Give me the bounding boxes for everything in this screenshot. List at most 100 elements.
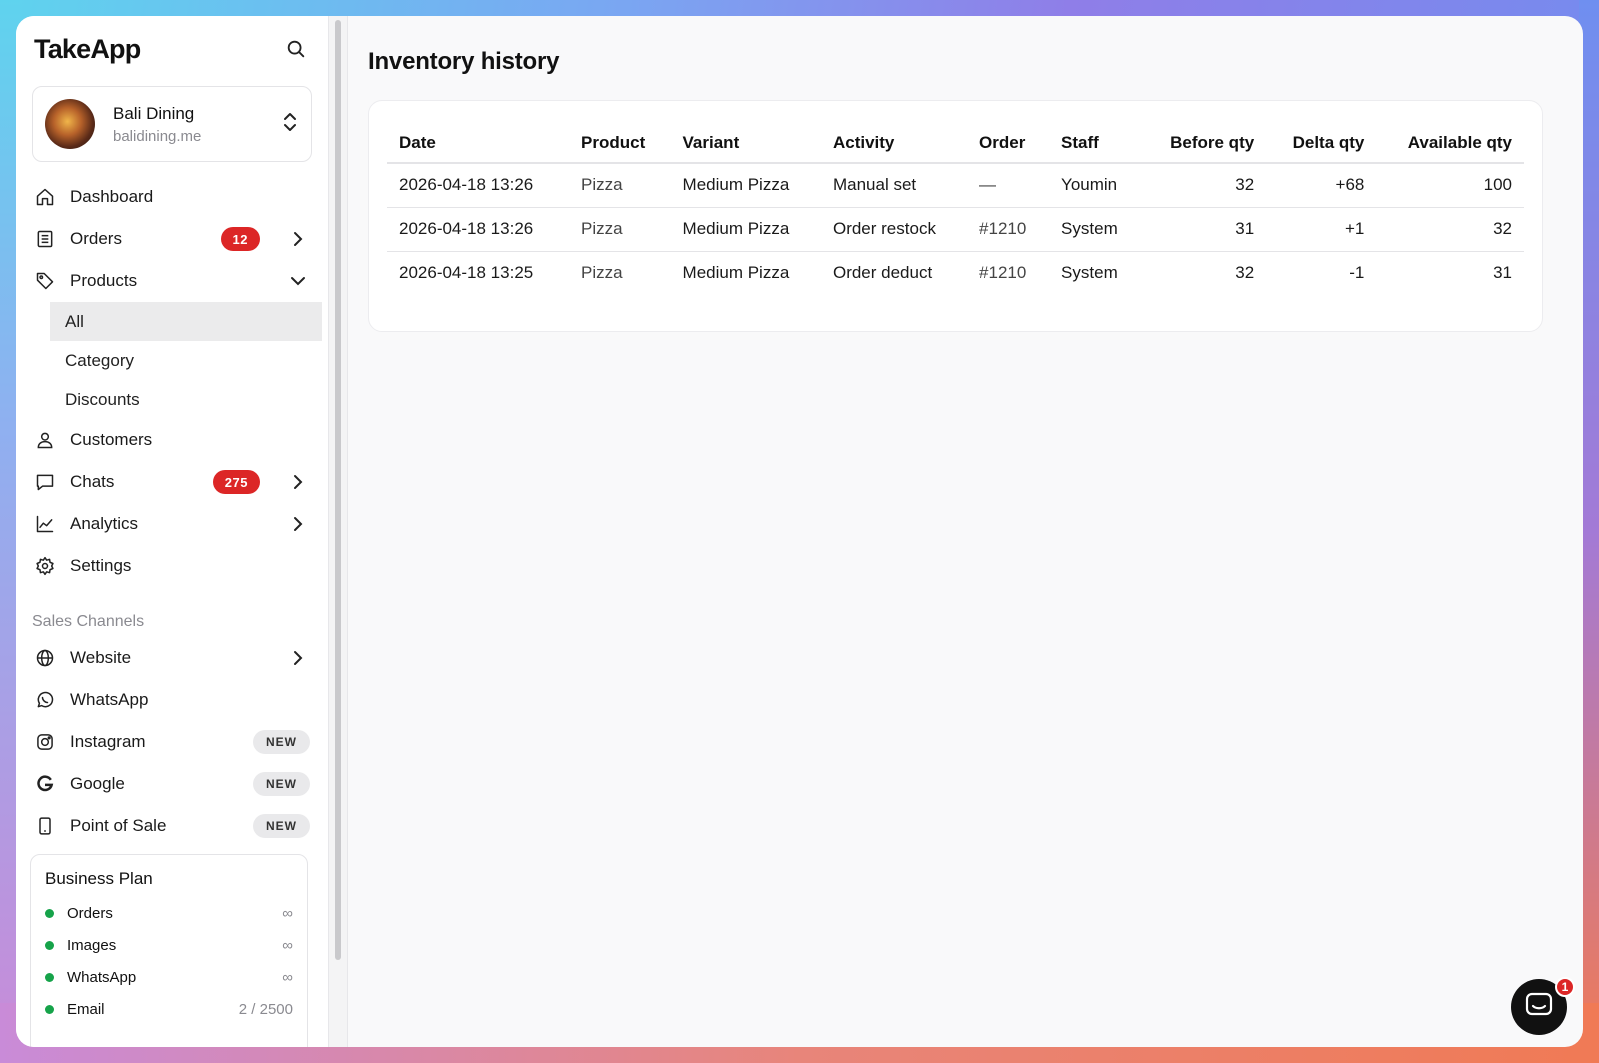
cell-available-qty: 32	[1376, 207, 1524, 252]
cell-order[interactable]: #1210	[967, 251, 1049, 295]
inventory-history-table: Date Product Variant Activity Order Staf…	[387, 123, 1524, 295]
plan-row: Orders ∞	[45, 897, 293, 929]
sidebar-header: TakeApp	[32, 16, 312, 82]
nav-chats-label: Chats	[70, 472, 115, 491]
cell-staff: Youmin	[1049, 163, 1142, 208]
table-row[interactable]: 2026-04-18 13:26 Pizza Medium Pizza Orde…	[387, 207, 1524, 252]
nav-products-all[interactable]: All	[50, 302, 322, 341]
chevron-right-icon	[290, 516, 306, 532]
nav-point-of-sale[interactable]: Point of Sale NEW	[32, 805, 312, 847]
table-row[interactable]: 2026-04-18 13:25 Pizza Medium Pizza Orde…	[387, 251, 1524, 295]
nav-chats[interactable]: Chats 275	[32, 461, 312, 503]
nav-settings-label: Settings	[70, 556, 132, 575]
nav-instagram[interactable]: Instagram NEW	[32, 721, 312, 763]
plan-row-name: Email	[67, 1000, 105, 1018]
cell-activity: Manual set	[820, 163, 968, 208]
sidebar: TakeApp Bali Dining balidining.me Dashbo…	[16, 16, 328, 1047]
store-avatar	[45, 99, 95, 149]
new-pill: NEW	[253, 814, 310, 838]
column-header-activity: Activity	[820, 123, 968, 164]
status-dot	[45, 972, 54, 982]
nav-products-category[interactable]: Category	[50, 341, 312, 380]
plan-title: Business Plan	[45, 869, 153, 888]
nav-website[interactable]: Website	[32, 637, 312, 679]
plan-row-name: Images	[67, 936, 117, 954]
whatsapp-icon	[34, 689, 56, 711]
search-icon[interactable]	[282, 35, 310, 63]
scrollbar-thumb[interactable]	[335, 20, 341, 960]
chat-icon	[34, 471, 56, 493]
gear-icon	[34, 555, 56, 577]
app-window: TakeApp Bali Dining balidining.me Dashbo…	[16, 16, 1583, 1047]
chevron-right-icon	[290, 650, 306, 666]
google-icon	[34, 773, 56, 795]
cell-staff: System	[1049, 207, 1142, 252]
tag-icon	[34, 270, 56, 292]
nav-settings[interactable]: Settings	[32, 545, 312, 587]
chat-widget-button[interactable]: 1	[1511, 977, 1575, 1035]
cell-variant: Medium Pizza	[682, 263, 790, 283]
plan-row-value: ∞	[282, 936, 293, 954]
nav-dashboard[interactable]: Dashboard	[32, 176, 312, 218]
receipt-icon	[34, 228, 56, 250]
sidebar-scrollbar[interactable]	[328, 16, 348, 1047]
plan-row-value: 2 / 2500	[238, 1000, 293, 1018]
status-dot	[45, 940, 54, 950]
nav-whatsapp[interactable]: WhatsApp	[32, 679, 312, 721]
nav-analytics[interactable]: Analytics	[32, 503, 312, 545]
nav-instagram-label: Instagram	[70, 732, 146, 751]
line-chart-icon	[34, 513, 56, 535]
nav-products-label: Products	[70, 271, 138, 290]
column-header-product: Product	[569, 123, 671, 164]
main-content: Inventory history Date Product Variant A…	[348, 16, 1583, 1047]
cell-product: Pizza	[569, 207, 671, 252]
plan-row-name: WhatsApp	[67, 968, 137, 986]
nav-customers[interactable]: Customers	[32, 419, 312, 461]
nav-point-of-sale-label: Point of Sale	[70, 816, 167, 835]
plan-row-value: ∞	[282, 968, 293, 986]
sales-channels-title: Sales Channels	[32, 613, 145, 630]
chat-widget-icon	[1525, 992, 1553, 1023]
cell-variant: Medium Pizza	[670, 207, 821, 252]
cell-before-qty: 32	[1141, 163, 1267, 208]
chat-notification-badge: 1	[1555, 977, 1575, 997]
nav-orders[interactable]: Orders 12	[32, 218, 312, 260]
chevron-up-down-icon	[281, 111, 299, 138]
plan-row: Email 2 / 2500	[45, 993, 293, 1025]
home-icon	[34, 186, 56, 208]
cell-date: 2026-04-18 13:25	[399, 263, 534, 283]
nav-website-label: Website	[70, 648, 132, 667]
cell-available-qty: 31	[1493, 263, 1512, 283]
store-switcher[interactable]: Bali Dining balidining.me	[32, 86, 312, 162]
chevron-right-icon	[290, 474, 306, 490]
app-logo[interactable]: TakeApp	[34, 34, 141, 65]
table-row[interactable]: 2026-04-18 13:26 Pizza Medium Pizza Manu…	[387, 163, 1524, 208]
cell-order[interactable]: #1210	[967, 207, 1050, 252]
nav-customers-label: Customers	[70, 430, 153, 449]
cell-before-qty: 31	[1141, 207, 1267, 252]
plan-row: WhatsApp ∞	[45, 961, 293, 993]
column-header-order: Order	[967, 123, 1050, 164]
chevron-right-icon	[290, 231, 306, 247]
nav-dashboard-label: Dashboard	[70, 187, 154, 206]
column-header-available-qty: Available qty	[1376, 123, 1524, 164]
nav-analytics-label: Analytics	[70, 514, 139, 533]
phone-icon	[34, 815, 56, 837]
instagram-icon	[34, 731, 56, 753]
cell-delta-qty: +1	[1266, 207, 1377, 252]
nav-products[interactable]: Products	[32, 260, 312, 302]
plan-row-value: ∞	[282, 904, 293, 922]
nav-google-label: Google	[70, 774, 125, 793]
cell-activity: Order restock	[820, 207, 968, 252]
nav-whatsapp-label: WhatsApp	[70, 690, 149, 709]
nav-google[interactable]: Google NEW	[32, 763, 312, 805]
cell-date: 2026-04-18 13:26	[387, 163, 570, 208]
chats-count-badge: 275	[212, 470, 260, 494]
nav-products-discounts[interactable]: Discounts	[50, 380, 312, 419]
business-plan-card[interactable]: Business Plan Orders ∞ Images ∞ WhatsApp…	[30, 854, 308, 1047]
column-header-before-qty: Before qty	[1141, 123, 1267, 164]
cell-product: Pizza	[569, 163, 671, 208]
store-info: Bali Dining balidining.me	[113, 104, 263, 145]
cell-available-qty: 100	[1376, 163, 1524, 208]
cell-staff: System	[1061, 263, 1118, 283]
